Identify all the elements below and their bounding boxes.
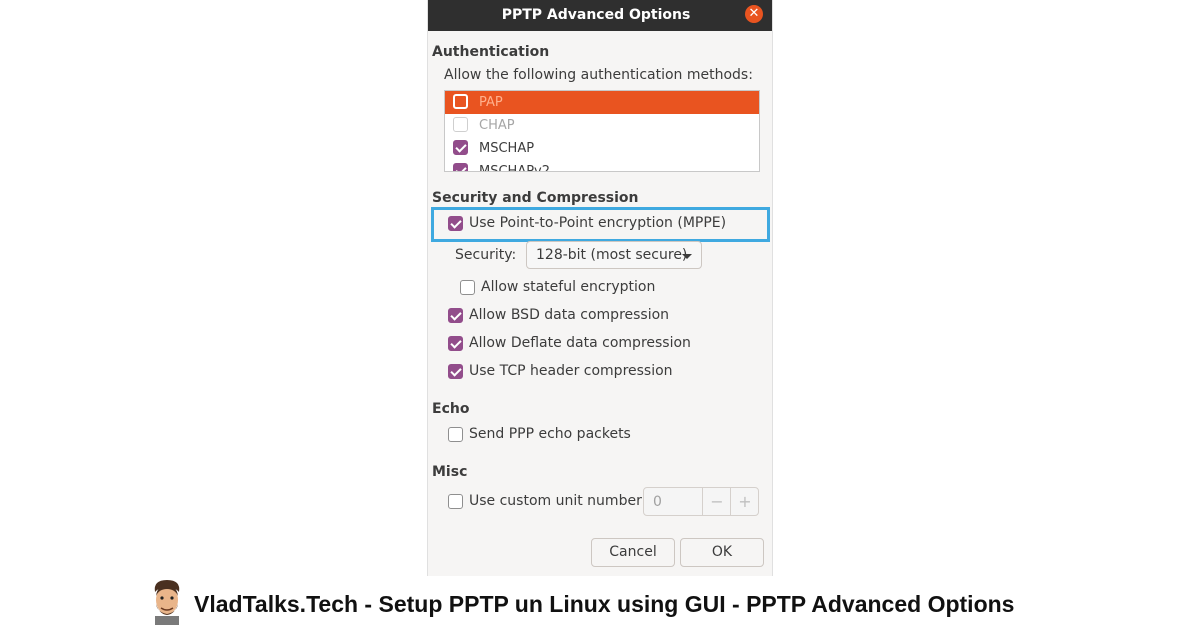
chap-checkbox[interactable] (453, 117, 468, 132)
auth-method-chap[interactable]: CHAP (445, 114, 759, 137)
deflate-checkbox[interactable] (448, 336, 463, 351)
auth-method-mschap[interactable]: MSCHAP (445, 137, 759, 160)
tcp-label: Use TCP header compression (469, 363, 673, 379)
tcp-checkbox[interactable] (448, 364, 463, 379)
pptp-advanced-options-dialog: PPTP Advanced Options ✕ Authentication A… (427, 0, 773, 576)
pap-checkbox[interactable] (453, 94, 468, 109)
bsd-label: Allow BSD data compression (469, 307, 670, 323)
unit-checkbox[interactable] (448, 494, 463, 509)
cancel-button[interactable]: Cancel (591, 538, 675, 567)
auth-method-pap[interactable]: PAP (445, 91, 759, 114)
echo-label: Send PPP echo packets (469, 426, 631, 442)
auth-methods-list[interactable]: PAP CHAP MSCHAP MSCHAPv2 (444, 90, 760, 172)
close-icon[interactable]: ✕ (745, 5, 763, 23)
echo-checkbox[interactable] (448, 427, 463, 442)
bsd-checkbox[interactable] (448, 308, 463, 323)
echo-heading: Echo (432, 401, 470, 417)
auth-method-mschapv2[interactable]: MSCHAPv2 (445, 160, 759, 172)
auth-method-label: MSCHAPv2 (479, 164, 551, 172)
auth-method-label: MSCHAP (479, 141, 535, 156)
page-caption: VladTalks.Tech - Setup PPTP un Linux usi… (194, 591, 1015, 617)
security-label: Security: (455, 247, 517, 263)
unit-label: Use custom unit number: (469, 493, 647, 509)
mppe-label: Use Point-to-Point encryption (MPPE) (469, 215, 727, 231)
misc-heading: Misc (432, 464, 468, 480)
auth-method-label: PAP (479, 95, 503, 110)
unit-number-spinner[interactable]: 0 − + (643, 487, 759, 516)
author-avatar-icon (154, 580, 180, 625)
security-heading: Security and Compression (432, 190, 639, 206)
security-level-value: 128-bit (most secure) (536, 247, 688, 263)
stateful-checkbox[interactable] (460, 280, 475, 295)
mschapv2-checkbox[interactable] (453, 163, 468, 171)
mppe-checkbox[interactable] (448, 216, 463, 231)
dialog-title: PPTP Advanced Options (501, 7, 691, 23)
minus-icon[interactable]: − (702, 488, 731, 515)
unit-number-value[interactable]: 0 (653, 494, 662, 510)
authentication-heading: Authentication (432, 44, 550, 60)
deflate-label: Allow Deflate data compression (469, 335, 691, 351)
stateful-label: Allow stateful encryption (481, 279, 656, 295)
auth-methods-prompt: Allow the following authentication metho… (444, 67, 753, 83)
security-level-select[interactable]: 128-bit (most secure) (526, 241, 702, 269)
chevron-down-icon (682, 254, 692, 259)
auth-method-label: CHAP (479, 118, 515, 133)
mschap-checkbox[interactable] (453, 140, 468, 155)
plus-icon[interactable]: + (730, 488, 759, 515)
title-bar[interactable]: PPTP Advanced Options ✕ (428, 0, 772, 31)
ok-button[interactable]: OK (680, 538, 764, 567)
